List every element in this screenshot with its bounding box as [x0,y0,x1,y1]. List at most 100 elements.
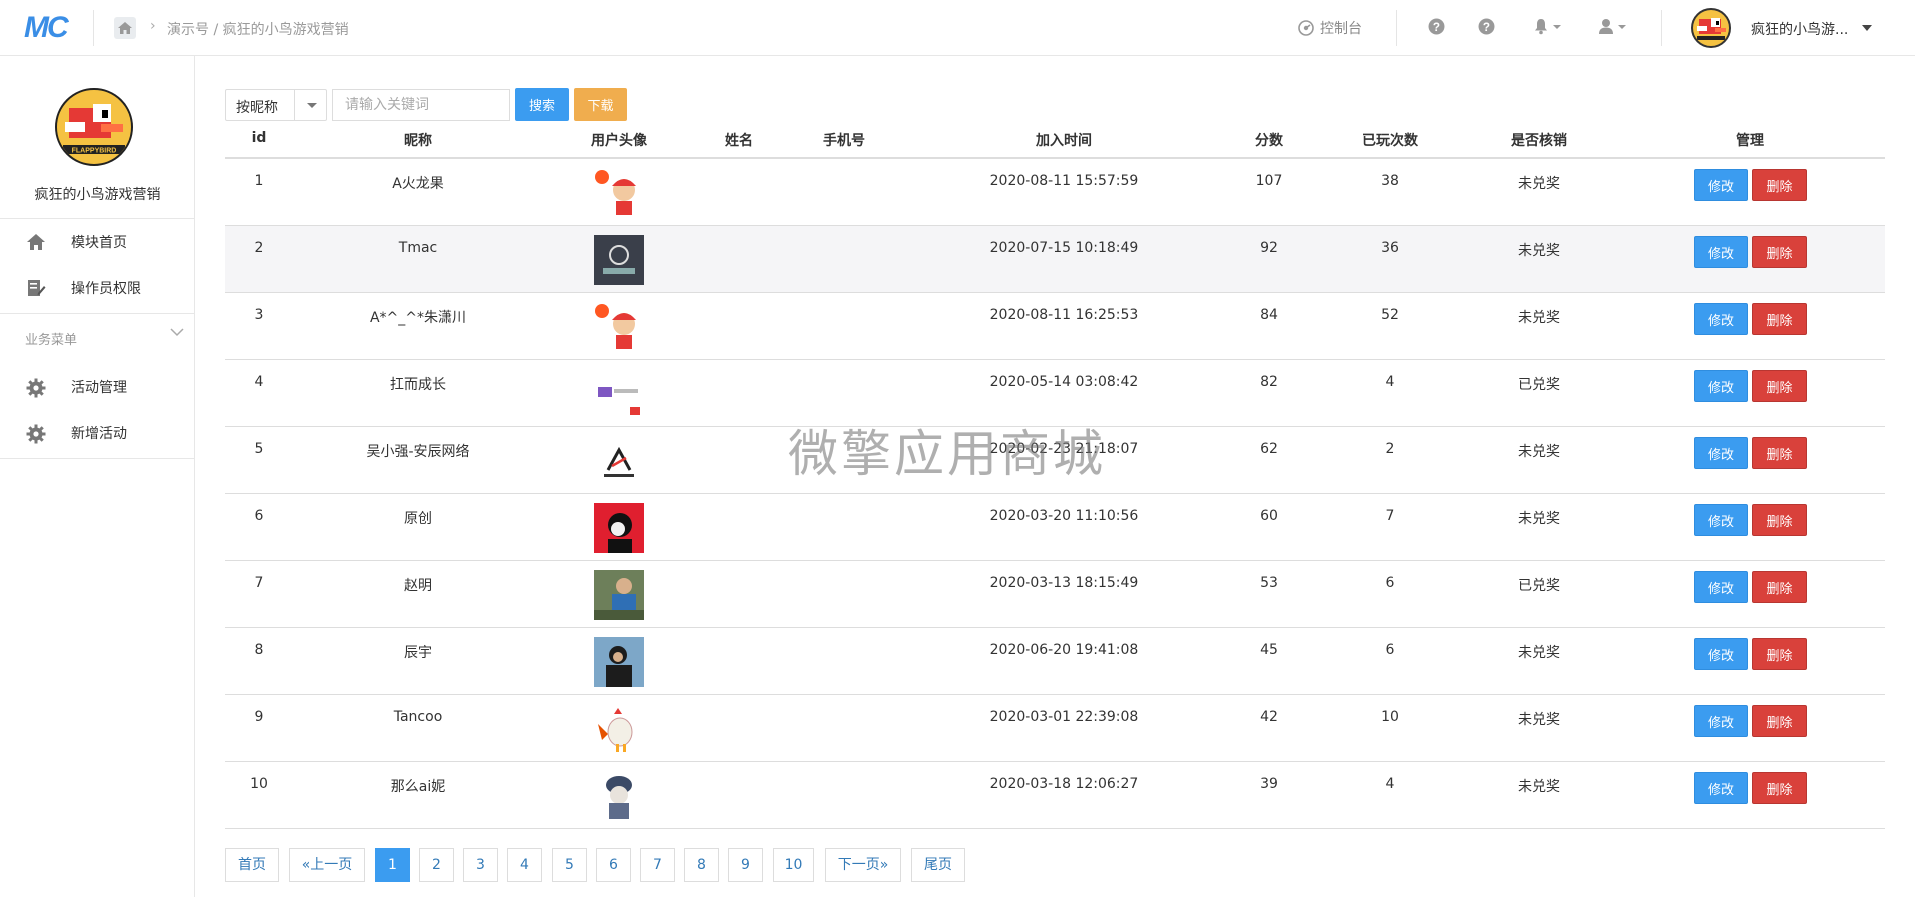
sidebar: FLAPPYBIRD 疯狂的小鸟游戏营销 模块首页 操作员权限 业务菜单 活动管… [0,56,195,897]
breadcrumb[interactable]: 演示号 / 疯狂的小鸟游戏营销 [167,19,349,39]
cell-plays: 36 [1381,240,1399,256]
cell-id: 4 [254,374,264,390]
delete-button[interactable]: 删除 [1752,504,1807,536]
edit-button[interactable]: 修改 [1694,236,1748,268]
cell-nickname: Tancoo [393,709,443,725]
delete-button[interactable]: 删除 [1752,169,1807,201]
edit-button[interactable]: 修改 [1694,772,1748,804]
divider [0,458,195,459]
table-row: 8 辰宇 2020-06-20 19:41:08 45 6 未兑奖 修改 删除 [225,628,1885,695]
edit-button[interactable]: 修改 [1694,504,1748,536]
delete-button[interactable]: 删除 [1752,772,1807,804]
divider [0,313,195,314]
page-number[interactable]: 2 [419,848,454,882]
page-number[interactable]: 4 [507,848,542,882]
cell-nickname: 吴小强-安辰网络 [366,444,470,460]
delete-button[interactable]: 删除 [1752,370,1807,402]
delete-button[interactable]: 删除 [1752,303,1807,335]
delete-button[interactable]: 删除 [1752,437,1807,469]
edit-button[interactable]: 修改 [1694,437,1748,469]
page-prev[interactable]: «上一页 [289,848,365,882]
app-logo: FLAPPYBIRD [55,88,133,166]
home-icon [27,234,45,250]
gear-icon [26,378,46,398]
sidebar-item-new-activity[interactable]: 新增活动 [0,412,195,452]
filter-select-value: 按昵称 [236,100,278,116]
cell-id: 2 [254,240,264,256]
table-row: 3 A*^_^*朱潇川 2020-08-11 16:25:53 84 52 未兑奖 修改 删除 [225,293,1885,360]
logo[interactable]: MC [24,13,69,43]
sidebar-item-label: 模块首页 [71,235,127,251]
sidebar-item-module-home[interactable]: 模块首页 [0,221,195,261]
cell-redeemed: 未兑奖 [1518,712,1560,728]
cell-redeemed: 未兑奖 [1518,444,1560,460]
cell-joined: 2020-03-18 12:06:27 [989,776,1139,792]
delete-button[interactable]: 删除 [1752,236,1807,268]
delete-button[interactable]: 删除 [1752,638,1807,670]
chevron-down-icon [1553,24,1561,29]
chevron-down-icon[interactable] [170,328,184,337]
user-avatar [594,168,644,218]
edit-button[interactable]: 修改 [1694,169,1748,201]
cell-id: 5 [254,441,264,457]
page-last[interactable]: 尾页 [911,848,965,882]
console-link[interactable]: 控制台 [1298,18,1362,38]
cell-id: 3 [254,307,264,323]
search-button[interactable]: 搜索 [515,88,569,121]
cell-joined: 2020-03-01 22:39:08 [989,709,1139,725]
column-header: 用户头像 [591,133,647,149]
edit-button[interactable]: 修改 [1694,638,1748,670]
console-label: 控制台 [1320,21,1362,37]
cell-nickname: 赵明 [404,578,432,594]
page-first[interactable]: 首页 [225,848,279,882]
edit-button[interactable]: 修改 [1694,705,1748,737]
page-number[interactable]: 3 [463,848,498,882]
delete-button[interactable]: 删除 [1752,571,1807,603]
cell-redeemed: 未兑奖 [1518,176,1560,192]
page-number[interactable]: 8 [684,848,719,882]
user-menu[interactable] [1598,18,1626,35]
filter-select[interactable]: 按昵称 [225,89,327,121]
column-header: 分数 [1255,133,1283,149]
cell-score: 62 [1260,441,1278,457]
cell-id: 10 [250,776,268,792]
download-button[interactable]: 下载 [574,88,627,121]
table-row: 7 赵明 2020-03-13 18:15:49 53 6 已兑奖 修改 删除 [225,561,1885,628]
table-row: 6 原创 2020-03-20 11:10:56 60 7 未兑奖 修改 删除 [225,494,1885,561]
sidebar-item-label: 操作员权限 [71,281,141,297]
account-avatar[interactable] [1691,8,1731,48]
page-number[interactable]: 7 [640,848,675,882]
page-number[interactable]: 9 [728,848,763,882]
cell-nickname: A*^_^*朱潇川 [369,310,467,326]
search-input[interactable] [332,89,510,121]
home-icon[interactable] [114,17,136,39]
edit-button[interactable]: 修改 [1694,571,1748,603]
chevron-down-icon[interactable] [1862,25,1872,31]
page-number[interactable]: 5 [552,848,587,882]
delete-button[interactable]: 删除 [1752,705,1807,737]
account-name[interactable]: 疯狂的小鸟游... [1751,19,1848,39]
notifications-menu[interactable] [1533,18,1561,35]
table-body: 1 A火龙果 2020-08-11 15:57:59 107 38 未兑奖 修改 删除 2 Tma… [225,159,1885,829]
cell-nickname: 那么ai妮 [390,779,446,795]
cell-plays: 7 [1385,508,1395,524]
header-divider [1396,10,1397,46]
cell-joined: 2020-03-13 18:15:49 [989,575,1139,591]
cell-id: 8 [254,642,264,658]
page-next[interactable]: 下一页» [825,848,901,882]
help-icon[interactable]: ? [1478,18,1495,35]
table-row: 10 那么ai妮 2020-03-18 12:06:27 39 4 未兑奖 修改 删除 [225,762,1885,829]
sidebar-item-activity-management[interactable]: 活动管理 [0,366,195,406]
edit-button[interactable]: 修改 [1694,303,1748,335]
help-icon[interactable]: ? [1428,18,1445,35]
page-number[interactable]: 1 [375,848,410,882]
cell-nickname: Tmac [398,240,438,256]
edit-button[interactable]: 修改 [1694,370,1748,402]
page-number[interactable]: 6 [596,848,631,882]
sidebar-item-operator-permissions[interactable]: 操作员权限 [0,267,195,307]
cell-score: 82 [1260,374,1278,390]
cell-nickname: A火龙果 [392,176,444,192]
page-number[interactable]: 10 [773,848,814,882]
column-header: 昵称 [404,133,432,149]
user-avatar [594,369,644,419]
